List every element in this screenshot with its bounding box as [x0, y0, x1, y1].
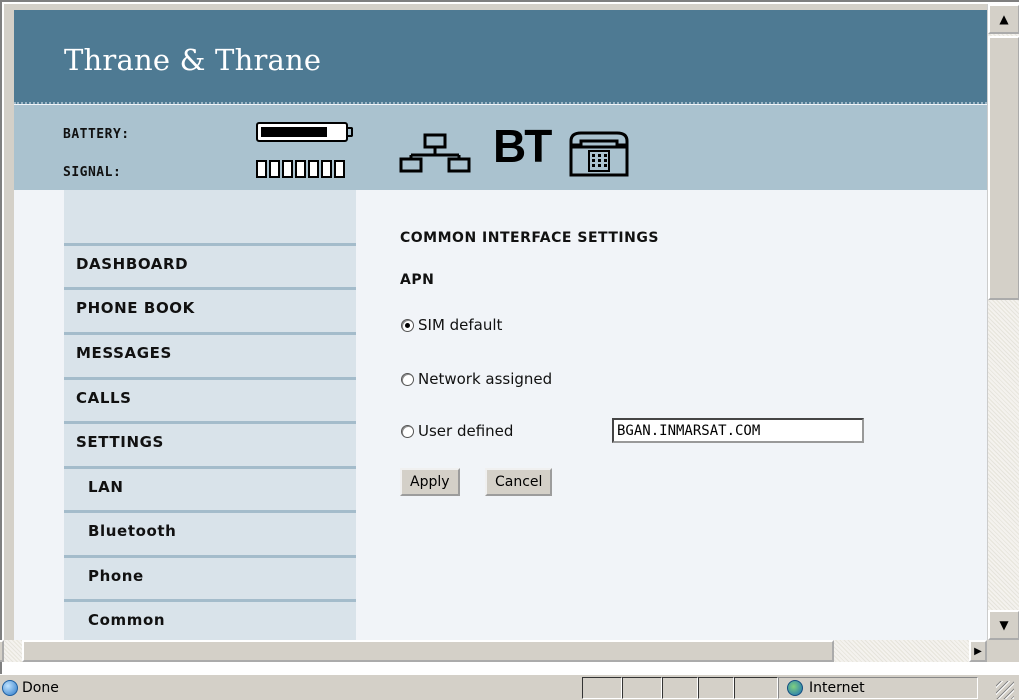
battery-label: BATTERY:	[63, 127, 130, 142]
option-label: User defined	[418, 422, 514, 440]
signal-bar	[282, 160, 293, 178]
web-page: Thrane & Thrane BATTERY: SIGNAL: BT DASH…	[14, 10, 987, 640]
signal-indicator	[256, 160, 345, 178]
signal-bar	[256, 160, 267, 178]
horizontal-scroll-thumb[interactable]	[22, 640, 834, 662]
lan-icon	[399, 133, 471, 173]
option-user-defined[interactable]: User defined	[401, 422, 513, 440]
scrollbar-corner	[987, 640, 1019, 662]
nav-item-calls[interactable]: CALLS	[64, 377, 356, 421]
option-network-assigned[interactable]: Network assigned	[401, 370, 552, 388]
signal-label: SIGNAL:	[63, 165, 122, 180]
battery-indicator	[256, 122, 348, 142]
nav-item-bluetooth[interactable]: Bluetooth	[64, 510, 356, 554]
signal-bar	[295, 160, 306, 178]
nav-item-messages[interactable]: MESSAGES	[64, 332, 356, 376]
apn-heading: APN	[400, 272, 435, 288]
nav-item-settings[interactable]: SETTINGS	[64, 421, 356, 465]
signal-bar	[334, 160, 345, 178]
security-zone: Internet	[778, 677, 978, 699]
browser-status-bar: Done Internet	[0, 674, 1019, 700]
status-cell	[662, 677, 698, 699]
zone-text: Internet	[809, 680, 865, 696]
scroll-right-button[interactable]: ▶	[969, 640, 987, 662]
page-icon	[2, 680, 18, 696]
browser-frame: Thrane & Thrane BATTERY: SIGNAL: BT DASH…	[0, 0, 1019, 674]
scroll-down-button[interactable]: ▼	[988, 610, 1019, 640]
scroll-up-button[interactable]: ▲	[988, 4, 1019, 34]
option-label: SIM default	[418, 316, 503, 334]
phone-icon	[569, 131, 629, 177]
nav-item-dashboard[interactable]: DASHBOARD	[64, 243, 356, 287]
battery-tip	[347, 127, 353, 137]
status-cell	[622, 677, 662, 699]
status-cell	[734, 677, 778, 699]
horizontal-scrollbar[interactable]: ◀ ▶	[0, 640, 987, 662]
apply-button[interactable]: Apply	[400, 468, 460, 496]
radio-user-defined[interactable]	[401, 424, 414, 438]
header-banner: Thrane & Thrane	[14, 10, 987, 104]
vertical-scroll-thumb[interactable]	[988, 36, 1019, 300]
status-cell	[582, 677, 622, 699]
cancel-button[interactable]: Cancel	[485, 468, 553, 496]
status-done: Done	[2, 677, 59, 699]
scroll-left-button[interactable]: ◀	[0, 640, 4, 662]
sidebar-nav: DASHBOARD PHONE BOOK MESSAGES CALLS SETT…	[64, 190, 356, 640]
page-viewport: Thrane & Thrane BATTERY: SIGNAL: BT DASH…	[4, 4, 987, 640]
resize-grip-icon[interactable]	[996, 681, 1014, 699]
bluetooth-icon: BT	[493, 120, 552, 172]
signal-bar	[269, 160, 280, 178]
status-cell	[698, 677, 734, 699]
signal-bar	[308, 160, 319, 178]
nav-item-common[interactable]: Common	[64, 599, 356, 640]
nav-item-phone[interactable]: Phone	[64, 555, 356, 599]
radio-sim-default[interactable]	[401, 318, 414, 332]
radio-network-assigned[interactable]	[401, 372, 414, 386]
nav-item-lan[interactable]: LAN	[64, 466, 356, 510]
vertical-scrollbar[interactable]: ▲ ▼	[987, 4, 1019, 640]
battery-fill	[261, 127, 327, 137]
section-title: COMMON INTERFACE SETTINGS	[400, 230, 659, 246]
option-sim-default[interactable]: SIM default	[401, 316, 502, 334]
globe-icon	[787, 680, 803, 696]
nav-item-phone-book[interactable]: PHONE BOOK	[64, 287, 356, 331]
option-label: Network assigned	[418, 370, 553, 388]
status-text: Done	[22, 680, 59, 696]
signal-bar	[321, 160, 332, 178]
brand-logo: Thrane & Thrane	[64, 43, 322, 77]
apn-input[interactable]	[612, 418, 864, 443]
